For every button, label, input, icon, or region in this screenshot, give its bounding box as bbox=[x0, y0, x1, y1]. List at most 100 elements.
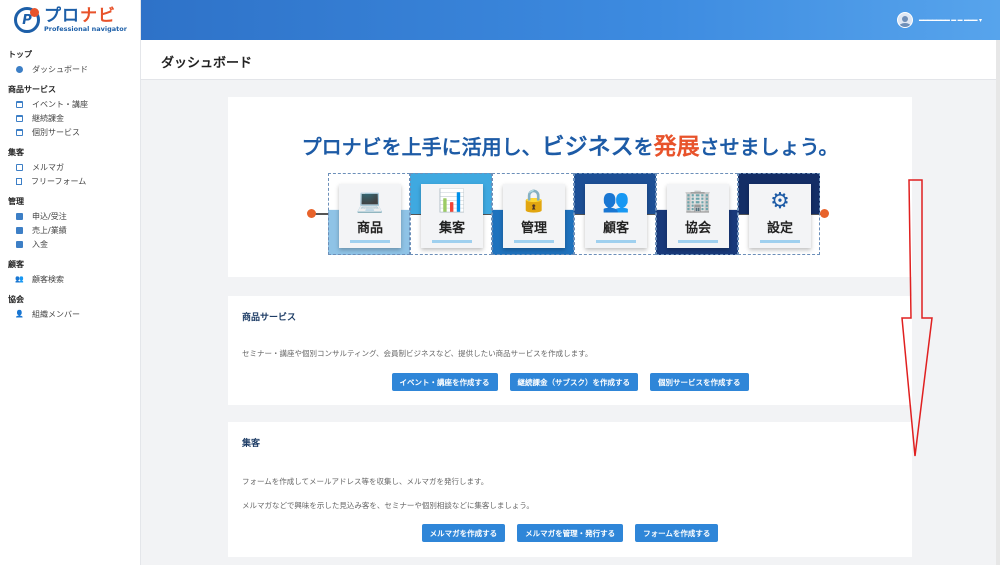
building-icon: 🏢 bbox=[684, 189, 712, 214]
sidebar-item-label: 個別サービス bbox=[32, 127, 80, 137]
mail-icon bbox=[16, 163, 23, 171]
create-individual-service-button[interactable]: 個別サービスを作成する bbox=[650, 373, 749, 391]
create-subscription-button[interactable]: 継続課金（サブスク）を作成する bbox=[509, 373, 638, 391]
topbar: ━━━━━━━ ━ ━ ━━━ ▾ bbox=[141, 0, 1000, 40]
nav-group-management: 管理 申込/受注 売上/業績 入金 bbox=[8, 195, 140, 251]
bar-chart-icon: 📊 bbox=[438, 189, 466, 214]
logo-title: プロナビ bbox=[44, 5, 127, 26]
sidebar-item-customer-search[interactable]: 👥 顧客検索 bbox=[8, 272, 140, 286]
nav-heading: 協会 bbox=[8, 295, 24, 304]
hero-text-1: プロナビを上手に活用し、 bbox=[301, 135, 542, 159]
tile-association[interactable]: 🏢 協会 bbox=[656, 173, 738, 255]
lock-icon: 🔒 bbox=[520, 189, 548, 214]
hero-text-3: を bbox=[633, 135, 654, 159]
sidebar-item-mailmag[interactable]: メルマガ bbox=[8, 160, 140, 174]
tile-label: 設定 bbox=[766, 221, 793, 236]
sidebar-nav: トップ ダッシュボード 商品サービス イベント・講座 継続課金 個別サービス 集… bbox=[0, 40, 140, 321]
tile-marketing[interactable]: 📊 集客 bbox=[410, 173, 492, 255]
products-button-row: イベント・講座を作成する 継続課金（サブスク）を作成する 個別サービスを作成する bbox=[228, 373, 912, 391]
logo-text: プロナビ Professional navigator bbox=[44, 5, 127, 33]
tile-underline bbox=[678, 240, 718, 243]
sidebar-item-individual-services[interactable]: 個別サービス bbox=[8, 125, 140, 139]
flow-dot-left bbox=[307, 209, 316, 218]
sidebar-item-label: ダッシュボード bbox=[32, 64, 88, 74]
feature-flow: 💻 商品 📊 集客 🔒 管理 👥 顧客 🏢 協会 ⚙ 設定 bbox=[307, 173, 829, 255]
marketing-button-row: メルマガを作成する メルマガを管理・発行する フォームを作成する bbox=[228, 524, 912, 542]
user-menu[interactable]: ━━━━━━━ ━ ━ ━━━ ▾ bbox=[897, 12, 982, 28]
sidebar-item-payments[interactable]: 入金 bbox=[8, 237, 140, 251]
tile-label: 集客 bbox=[438, 221, 465, 236]
calendar-icon bbox=[16, 240, 23, 248]
page-header: ダッシュボード bbox=[141, 40, 1000, 80]
page-title: ダッシュボード bbox=[161, 56, 253, 71]
sidebar-item-subscriptions[interactable]: 継続課金 bbox=[8, 111, 140, 125]
tile-underline bbox=[350, 240, 390, 243]
people-icon: 👥 bbox=[602, 189, 630, 214]
tile-settings[interactable]: ⚙ 設定 bbox=[738, 173, 820, 255]
tile-customers[interactable]: 👥 顧客 bbox=[574, 173, 656, 255]
create-mailmag-button[interactable]: メルマガを作成する bbox=[421, 524, 506, 542]
sidebar-item-orders[interactable]: 申込/受注 bbox=[8, 209, 140, 223]
hero-text-2: ビジネス bbox=[541, 134, 634, 160]
tile-underline bbox=[432, 240, 472, 243]
nav-group-customers: 顧客 👥 顧客検索 bbox=[8, 258, 140, 286]
logo[interactable]: P プロナビ Professional navigator bbox=[0, 0, 140, 40]
sidebar-item-label: イベント・講座 bbox=[32, 99, 88, 109]
tile-label: 管理 bbox=[520, 221, 547, 236]
sidebar-item-label: 入金 bbox=[32, 239, 48, 249]
sidebar-item-label: 売上/業績 bbox=[32, 225, 67, 235]
nav-group-association: 協会 👤 組織メンバー bbox=[8, 293, 140, 321]
sidebar-item-members[interactable]: 👤 組織メンバー bbox=[8, 307, 140, 321]
dashboard-icon bbox=[16, 65, 23, 73]
products-section: 商品サービス セミナー・講座や個別コンサルティング、会員制ビジネスなど、提供した… bbox=[228, 296, 912, 405]
sidebar-item-label: 顧客検索 bbox=[32, 274, 64, 284]
sidebar-item-label: メルマガ bbox=[32, 162, 64, 172]
user-icon: 👤 bbox=[15, 310, 24, 318]
section-title: 集客 bbox=[242, 439, 261, 449]
sidebar-item-label: 継続課金 bbox=[32, 113, 64, 123]
tile-card: ⚙ 設定 bbox=[749, 184, 811, 248]
calendar-icon bbox=[16, 114, 23, 122]
tile-card: 🏢 協会 bbox=[667, 184, 729, 248]
tile-label: 協会 bbox=[684, 221, 711, 236]
tile-card: 💻 商品 bbox=[339, 184, 401, 248]
page-scrollbar[interactable] bbox=[996, 40, 1000, 565]
sidebar-item-free-form[interactable]: フリーフォーム bbox=[8, 174, 140, 188]
tile-card: 📊 集客 bbox=[421, 184, 483, 248]
logo-title-a: プロ bbox=[44, 5, 80, 26]
tile-label: 顧客 bbox=[602, 221, 629, 236]
create-event-button[interactable]: イベント・講座を作成する bbox=[391, 373, 498, 391]
nav-heading: 顧客 bbox=[8, 260, 24, 269]
calendar-icon bbox=[16, 226, 23, 234]
nav-group-top: トップ ダッシュボード bbox=[8, 48, 140, 76]
sidebar-item-dashboard[interactable]: ダッシュボード bbox=[8, 62, 140, 76]
form-icon bbox=[16, 177, 22, 185]
nav-heading: 集客 bbox=[8, 148, 24, 157]
logo-mark-icon: P bbox=[14, 7, 40, 33]
section-description-1: フォームを作成してメールアドレス等を収集し、メルマガを発行します。 bbox=[242, 477, 489, 486]
flow-dot-right bbox=[820, 209, 829, 218]
nav-heading: トップ bbox=[8, 50, 32, 59]
sidebar-item-label: 組織メンバー bbox=[32, 309, 80, 319]
nav-group-products: 商品サービス イベント・講座 継続課金 個別サービス bbox=[8, 83, 140, 139]
manage-mailmag-button[interactable]: メルマガを管理・発行する bbox=[517, 524, 624, 542]
calendar-icon bbox=[16, 128, 23, 136]
nav-group-marketing: 集客 メルマガ フリーフォーム bbox=[8, 146, 140, 188]
marketing-section: 集客 フォームを作成してメールアドレス等を収集し、メルマガを発行します。 メルマ… bbox=[228, 422, 912, 557]
user-name: ━━━━━━━ ━ ━ ━━━ bbox=[919, 15, 977, 25]
tile-underline bbox=[514, 240, 554, 243]
section-title: 商品サービス bbox=[242, 313, 297, 323]
section-description-2: メルマガなどで興味を示した見込み客を、セミナーや個別相談などに集客しましょう。 bbox=[242, 501, 534, 510]
sidebar-item-sales[interactable]: 売上/業績 bbox=[8, 223, 140, 237]
create-form-button[interactable]: フォームを作成する bbox=[635, 524, 719, 542]
gear-icon: ⚙ bbox=[770, 189, 790, 214]
sidebar-item-label: 申込/受注 bbox=[32, 211, 67, 221]
tile-products[interactable]: 💻 商品 bbox=[328, 173, 410, 255]
tile-management[interactable]: 🔒 管理 bbox=[492, 173, 574, 255]
chevron-down-icon: ▾ bbox=[978, 16, 982, 24]
tile-underline bbox=[760, 240, 800, 243]
hero-headline: プロナビを上手に活用し、ビジネスを発展させましょう。 bbox=[228, 127, 912, 161]
sidebar-item-events[interactable]: イベント・講座 bbox=[8, 97, 140, 111]
nav-heading: 管理 bbox=[8, 197, 24, 206]
scroll-down-arrow-icon bbox=[901, 179, 933, 457]
